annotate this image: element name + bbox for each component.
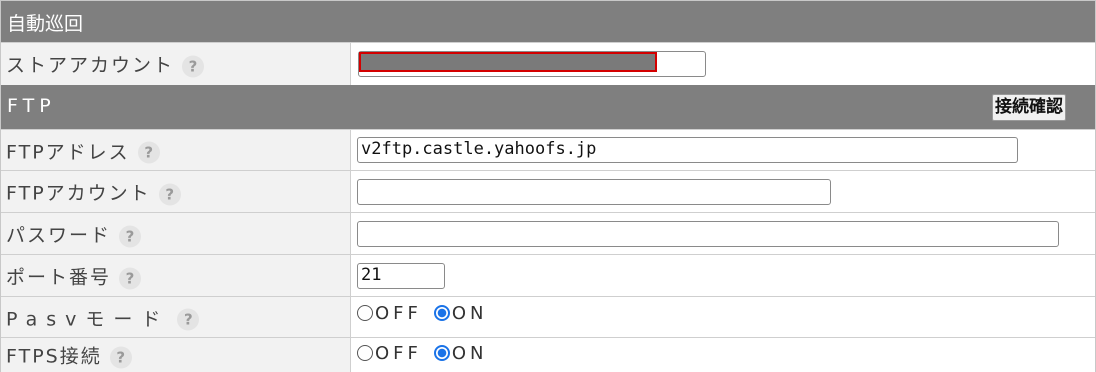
ftp-account-input[interactable] xyxy=(357,179,831,205)
password-value-cell xyxy=(351,213,1095,255)
ftps-off-option[interactable]: OFF xyxy=(357,343,434,364)
ftp-address-label: FTPアドレス xyxy=(6,141,130,163)
pasv-mode-label-cell: Pasvモード? xyxy=(1,297,351,338)
password-input[interactable] xyxy=(357,221,1059,247)
ftps-label: FTPS接続 xyxy=(6,345,102,368)
row-ftps: FTPS接続? OFF ON xyxy=(1,337,1095,372)
store-account-value-cell xyxy=(351,43,1095,85)
help-icon[interactable]: ? xyxy=(119,225,142,247)
row-ftp-address: FTPアドレス? v2ftp.castle.yahoofs.jp xyxy=(1,129,1095,171)
ftp-address-label-cell: FTPアドレス? xyxy=(1,130,351,171)
ftps-value-cell: OFF ON xyxy=(351,338,1095,372)
section-header-auto-patrol: 自動巡回 xyxy=(1,1,1095,42)
row-pasv-mode: Pasvモード? OFF ON xyxy=(1,296,1095,338)
store-account-label-cell: ストアアカウント? xyxy=(1,43,351,85)
ftp-address-input[interactable]: v2ftp.castle.yahoofs.jp xyxy=(357,137,1018,163)
pasv-mode-label: Pasvモード xyxy=(6,308,170,330)
pasv-off-label[interactable]: OFF xyxy=(375,303,422,324)
radio-checked-icon[interactable] xyxy=(433,345,450,361)
pasv-on-option[interactable]: ON xyxy=(433,303,500,324)
ftp-account-label-cell: FTPアカウント? xyxy=(1,171,351,213)
radio-unchecked-icon[interactable] xyxy=(357,305,373,321)
radio-checked-icon[interactable] xyxy=(433,305,450,321)
password-label: パスワード xyxy=(6,224,112,247)
ftps-off-label[interactable]: OFF xyxy=(375,343,422,364)
pasv-mode-radio-group: OFF ON xyxy=(357,303,500,327)
port-input[interactable]: 21 xyxy=(357,263,445,289)
radio-unchecked-icon[interactable] xyxy=(357,345,373,361)
connection-check-button[interactable]: 接続確認 xyxy=(992,94,1066,121)
row-ftp-account: FTPアカウント? xyxy=(1,170,1095,213)
help-icon[interactable]: ? xyxy=(158,183,181,205)
ftp-account-label: FTPアカウント xyxy=(6,182,151,205)
port-value-cell: 21 xyxy=(351,255,1095,297)
section-title-ftp: FTP xyxy=(7,95,56,117)
pasv-on-label[interactable]: ON xyxy=(452,303,488,324)
help-icon[interactable]: ? xyxy=(182,55,205,77)
port-label: ポート番号 xyxy=(6,266,112,289)
help-icon[interactable]: ? xyxy=(109,346,132,368)
ftps-on-option[interactable]: ON xyxy=(433,343,500,364)
port-label-cell: ポート番号? xyxy=(1,255,351,297)
ftps-on-label[interactable]: ON xyxy=(452,343,488,364)
ftps-radio-group: OFF ON xyxy=(357,343,500,367)
help-icon[interactable]: ? xyxy=(177,308,200,331)
ftp-account-value-cell xyxy=(351,171,1095,213)
ftps-label-cell: FTPS接続? xyxy=(1,338,351,372)
pasv-mode-value-cell: OFF ON xyxy=(351,297,1095,338)
store-account-label: ストアアカウント xyxy=(6,54,175,77)
password-label-cell: パスワード? xyxy=(1,213,351,255)
section-header-ftp: FTP 接続確認 xyxy=(1,85,1095,129)
help-icon[interactable]: ? xyxy=(119,267,142,289)
section-title-auto-patrol: 自動巡回 xyxy=(7,13,84,35)
row-port: ポート番号? 21 xyxy=(1,254,1095,297)
settings-table: 自動巡回 ストアアカウント? FTP 接続確認 FTPアドレス? v2ftp.c… xyxy=(0,0,1096,372)
help-icon[interactable]: ? xyxy=(137,141,160,164)
pasv-off-option[interactable]: OFF xyxy=(357,303,434,324)
row-password: パスワード? xyxy=(1,212,1095,255)
ftp-address-value-cell: v2ftp.castle.yahoofs.jp xyxy=(351,130,1095,171)
row-store-account: ストアアカウント? xyxy=(1,42,1095,85)
redaction-box xyxy=(359,52,657,72)
